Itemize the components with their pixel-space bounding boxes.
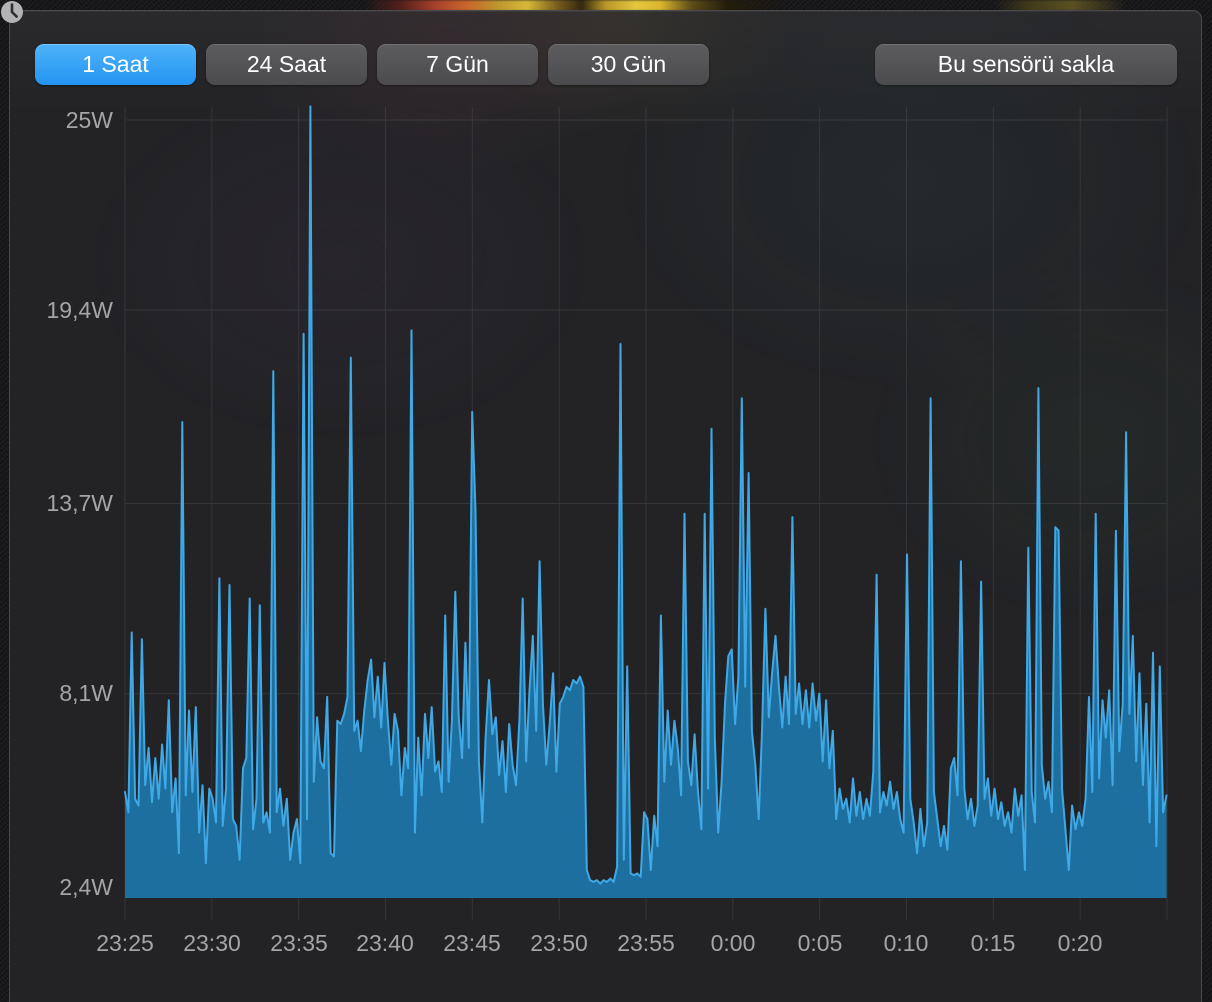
window-tint-overlay [10,11,1201,1002]
toolbar: 1 Saat 24 Saat 7 Gün 30 Gün Bu sensörü s… [35,44,1177,85]
range-button-1-hour[interactable]: 1 Saat [35,44,196,85]
sensor-panel-window: 1 Saat 24 Saat 7 Gün 30 Gün Bu sensörü s… [9,10,1202,1002]
clock-icon[interactable] [0,0,24,24]
range-button-7-days[interactable]: 7 Gün [377,44,538,85]
range-button-24-hours[interactable]: 24 Saat [206,44,367,85]
range-button-30-days[interactable]: 30 Gün [548,44,709,85]
hide-sensor-button[interactable]: Bu sensörü sakla [875,44,1177,85]
